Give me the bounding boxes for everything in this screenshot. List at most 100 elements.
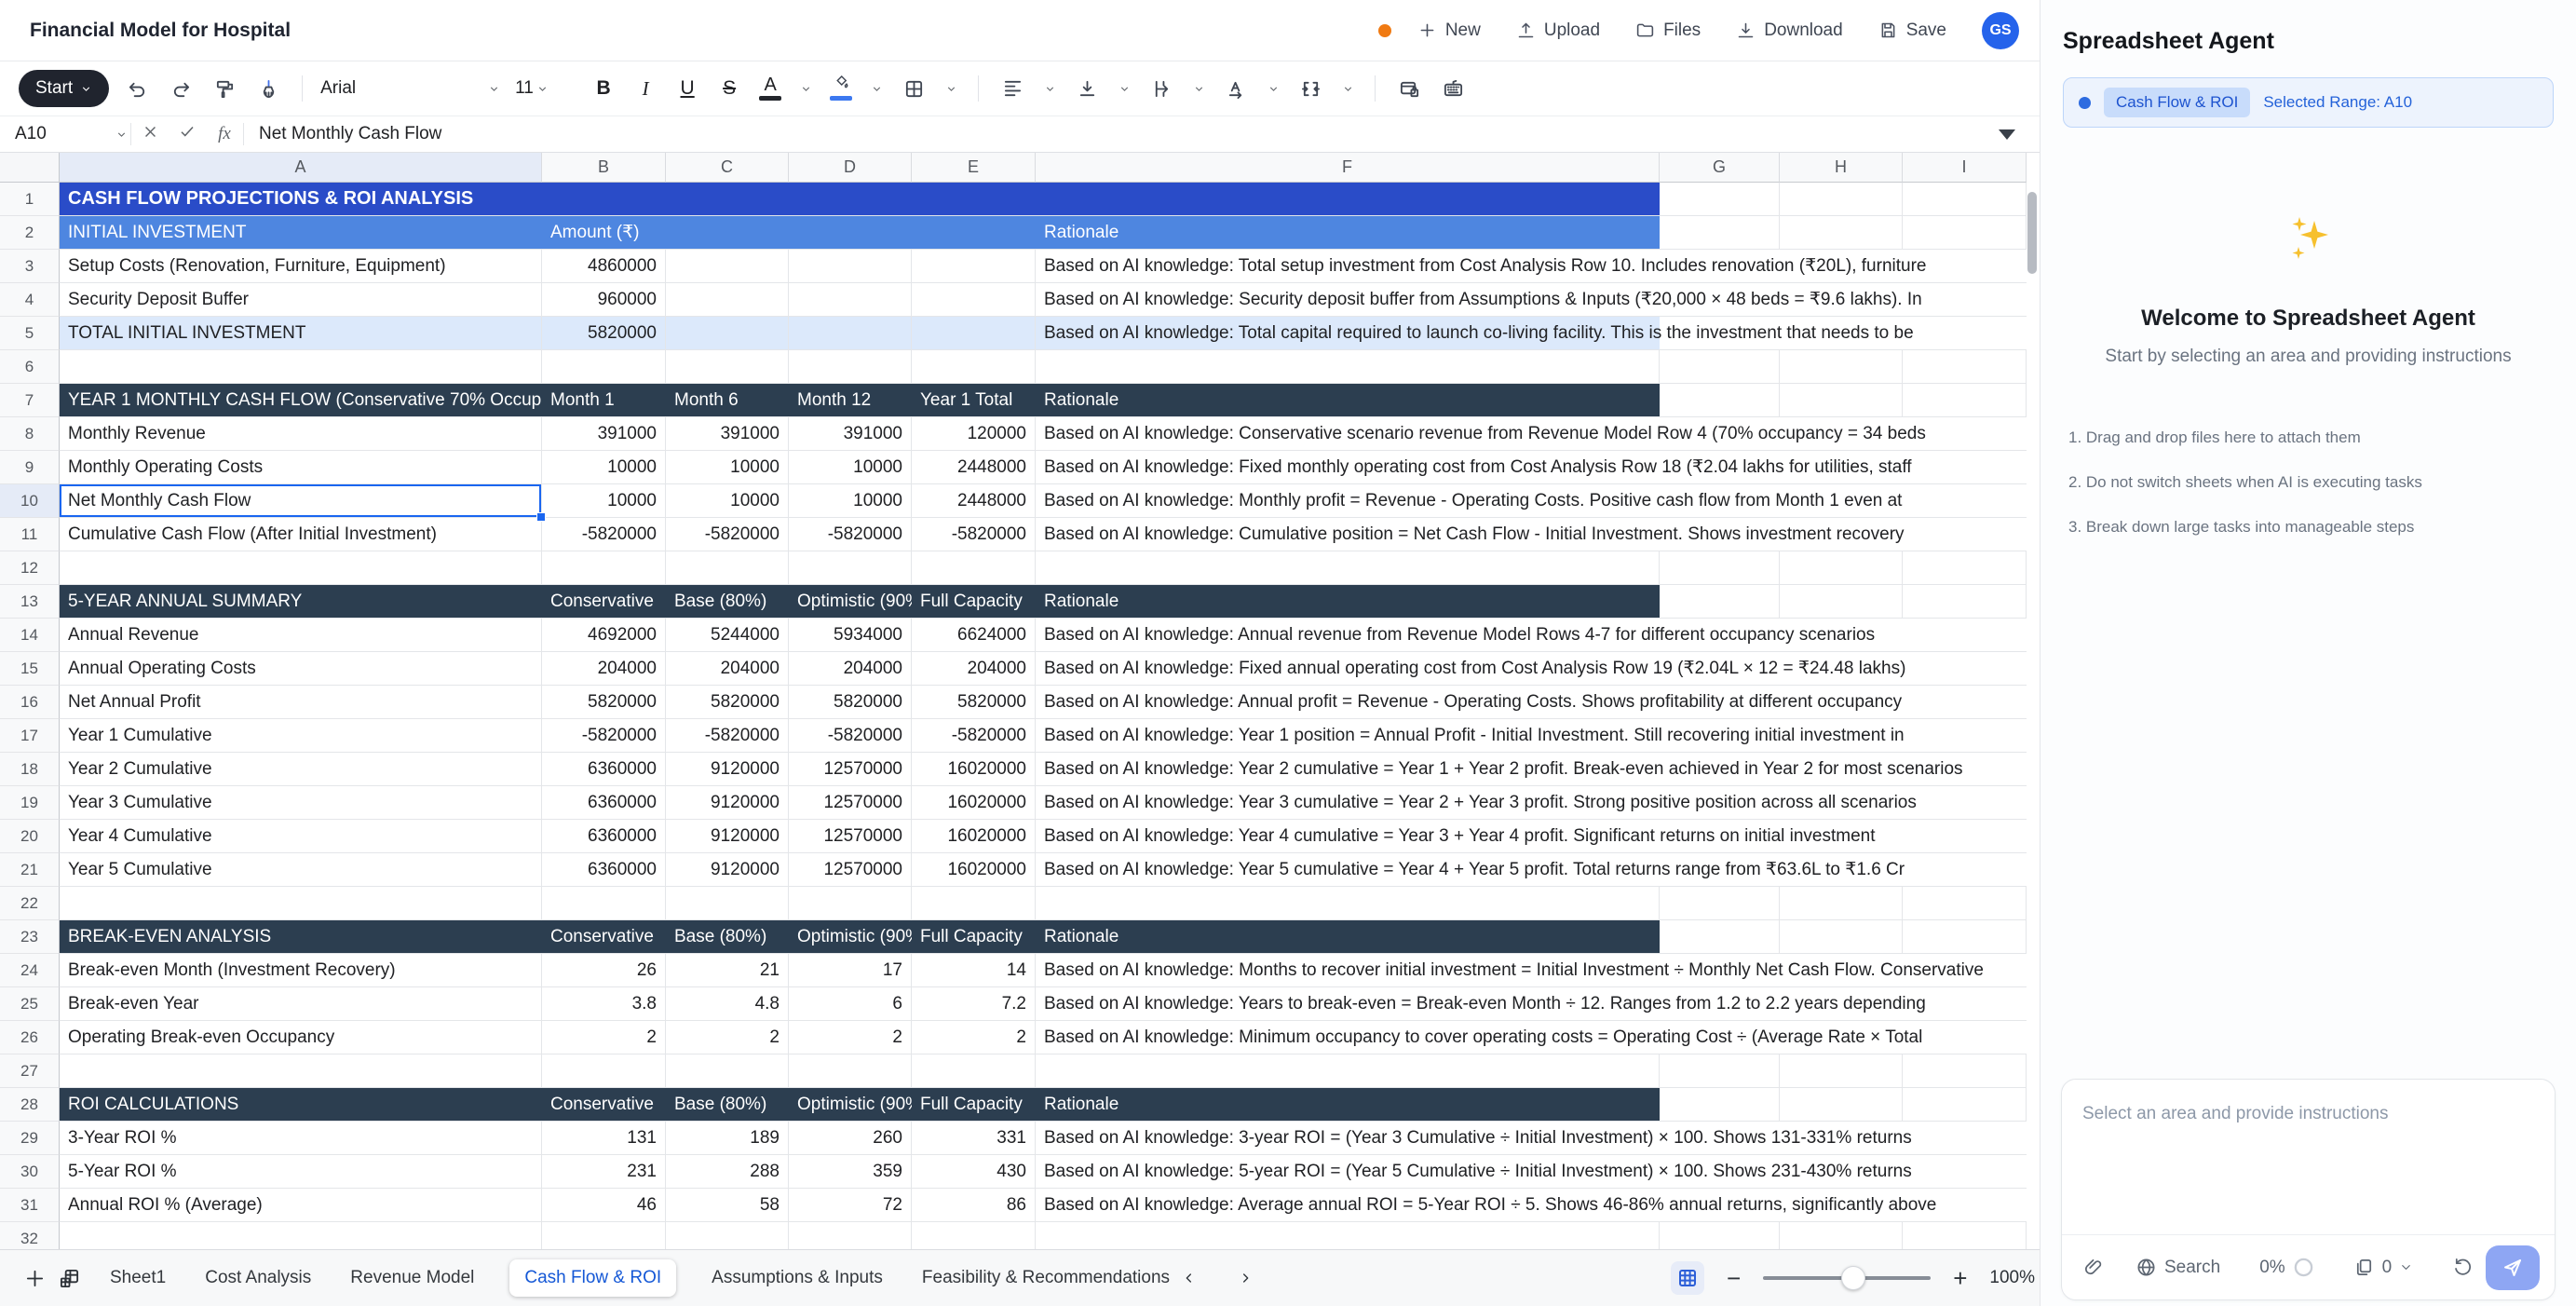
cell-B5[interactable]: 5820000 <box>542 317 666 350</box>
row-header-12[interactable]: 12 <box>0 551 60 585</box>
cell-E22[interactable] <box>912 887 1036 920</box>
cell-F24[interactable]: Based on AI knowledge: Months to recover… <box>1036 954 2027 987</box>
cell-A28[interactable]: ROI CALCULATIONSConservativeBase (80%)Op… <box>60 1088 1660 1122</box>
cell-B15[interactable]: 204000 <box>542 652 666 686</box>
copies-dropdown[interactable]: 0 <box>2353 1257 2414 1278</box>
cell-G28[interactable] <box>1660 1088 1780 1122</box>
cell-A32[interactable] <box>60 1222 542 1249</box>
cell-C22[interactable] <box>666 887 789 920</box>
cell-B4[interactable]: 960000 <box>542 283 666 317</box>
italic-button[interactable]: I <box>630 77 660 101</box>
cell-F29[interactable]: Based on AI knowledge: 3-year ROI = (Yea… <box>1036 1122 2027 1155</box>
cell-G2[interactable] <box>1660 216 1780 250</box>
cell-C15[interactable]: 204000 <box>666 652 789 686</box>
row-header-27[interactable]: 27 <box>0 1054 60 1088</box>
cell-C32[interactable] <box>666 1222 789 1249</box>
cell-E25[interactable]: 7.2 <box>912 987 1036 1021</box>
chevron-down-icon[interactable] <box>1040 75 1059 102</box>
row-header-28[interactable]: 28 <box>0 1088 60 1122</box>
zoom-in-button[interactable]: + <box>1953 1266 1967 1290</box>
name-box[interactable]: A10 <box>0 120 130 148</box>
cell-B32[interactable] <box>542 1222 666 1249</box>
formula-input[interactable]: Net Monthly Cash Flow <box>244 124 441 144</box>
save-button[interactable]: Save <box>1878 20 1946 41</box>
cell-F15[interactable]: Based on AI knowledge: Fixed annual oper… <box>1036 652 2027 686</box>
cell-D25[interactable]: 6 <box>789 987 912 1021</box>
cell-A7[interactable]: YEAR 1 MONTHLY CASH FLOW (Conservative 7… <box>60 384 1660 417</box>
cancel-entry-button[interactable] <box>131 124 169 145</box>
text-color-button[interactable]: A <box>756 74 784 103</box>
cell-B14[interactable]: 4692000 <box>542 619 666 652</box>
web-search-toggle[interactable]: Search <box>2135 1257 2220 1278</box>
row-header-11[interactable]: 11 <box>0 518 60 551</box>
cell-C11[interactable]: -5820000 <box>666 518 789 551</box>
row-header-14[interactable]: 14 <box>0 619 60 652</box>
row-header-22[interactable]: 22 <box>0 887 60 920</box>
protect-range-button[interactable] <box>1393 73 1425 104</box>
cell-C24[interactable]: 21 <box>666 954 789 987</box>
cell-F26[interactable]: Based on AI knowledge: Minimum occupancy… <box>1036 1021 2027 1054</box>
cell-E24[interactable]: 14 <box>912 954 1036 987</box>
cell-F16[interactable]: Based on AI knowledge: Annual profit = R… <box>1036 686 2027 719</box>
cell-D24[interactable]: 17 <box>789 954 912 987</box>
column-header-C[interactable]: C <box>666 153 789 183</box>
row-header-19[interactable]: 19 <box>0 786 60 820</box>
column-header-H[interactable]: H <box>1780 153 1903 183</box>
row-header-24[interactable]: 24 <box>0 954 60 987</box>
cell-C4[interactable] <box>666 283 789 317</box>
cell-F30[interactable]: Based on AI knowledge: 5-year ROI = (Yea… <box>1036 1155 2027 1189</box>
cell-H27[interactable] <box>1780 1054 1903 1088</box>
underline-button[interactable]: U <box>672 77 702 100</box>
chevron-down-icon[interactable] <box>942 75 960 102</box>
column-header-G[interactable]: G <box>1660 153 1780 183</box>
cell-G6[interactable] <box>1660 350 1780 384</box>
cell-D6[interactable] <box>789 350 912 384</box>
row-header-4[interactable]: 4 <box>0 283 60 317</box>
cell-C3[interactable] <box>666 250 789 283</box>
vertical-scrollbar[interactable] <box>2027 192 2037 274</box>
cell-D17[interactable]: -5820000 <box>789 719 912 753</box>
cell-B17[interactable]: -5820000 <box>542 719 666 753</box>
cell-G12[interactable] <box>1660 551 1780 585</box>
cell-D5[interactable] <box>789 317 912 350</box>
cell-A6[interactable] <box>60 350 542 384</box>
grid-view-button[interactable] <box>1671 1261 1704 1295</box>
insert-function-button[interactable]: fx <box>206 124 243 144</box>
cell-F3[interactable]: Based on AI knowledge: Total setup inves… <box>1036 250 2027 283</box>
cell-E18[interactable]: 16020000 <box>912 753 1036 786</box>
row-header-7[interactable]: 7 <box>0 384 60 417</box>
tab-cash-flow-roi[interactable]: Cash Flow & ROI <box>509 1259 676 1297</box>
cell-E6[interactable] <box>912 350 1036 384</box>
attach-button[interactable] <box>2082 1257 2104 1278</box>
cell-D21[interactable]: 12570000 <box>789 853 912 887</box>
text-rotation-button[interactable] <box>1220 73 1252 104</box>
cell-A11[interactable]: Cumulative Cash Flow (After Initial Inve… <box>60 518 542 551</box>
chevron-down-icon[interactable] <box>1264 75 1282 102</box>
cell-B10[interactable]: 10000 <box>542 484 666 518</box>
cell-E14[interactable]: 6624000 <box>912 619 1036 652</box>
row-header-3[interactable]: 3 <box>0 250 60 283</box>
cell-C31[interactable]: 58 <box>666 1189 789 1222</box>
cell-D16[interactable]: 5820000 <box>789 686 912 719</box>
cell-E5[interactable] <box>912 317 1036 350</box>
cell-H28[interactable] <box>1780 1088 1903 1122</box>
row-header-2[interactable]: 2 <box>0 216 60 250</box>
cell-B16[interactable]: 5820000 <box>542 686 666 719</box>
cell-G23[interactable] <box>1660 920 1780 954</box>
row-header-21[interactable]: 21 <box>0 853 60 887</box>
cell-D12[interactable] <box>789 551 912 585</box>
cell-A2[interactable]: INITIAL INVESTMENTAmount (₹)Rationale <box>60 216 1660 250</box>
cell-B9[interactable]: 10000 <box>542 451 666 484</box>
cell-F12[interactable] <box>1036 551 1660 585</box>
cell-D18[interactable]: 12570000 <box>789 753 912 786</box>
cell-D29[interactable]: 260 <box>789 1122 912 1155</box>
row-header-26[interactable]: 26 <box>0 1021 60 1054</box>
cell-B22[interactable] <box>542 887 666 920</box>
cell-E26[interactable]: 2 <box>912 1021 1036 1054</box>
cell-D11[interactable]: -5820000 <box>789 518 912 551</box>
cell-H22[interactable] <box>1780 887 1903 920</box>
chevron-down-icon[interactable] <box>796 75 815 102</box>
text-wrap-button[interactable] <box>1146 73 1177 104</box>
cell-A27[interactable] <box>60 1054 542 1088</box>
cell-A8[interactable]: Monthly Revenue <box>60 417 542 451</box>
